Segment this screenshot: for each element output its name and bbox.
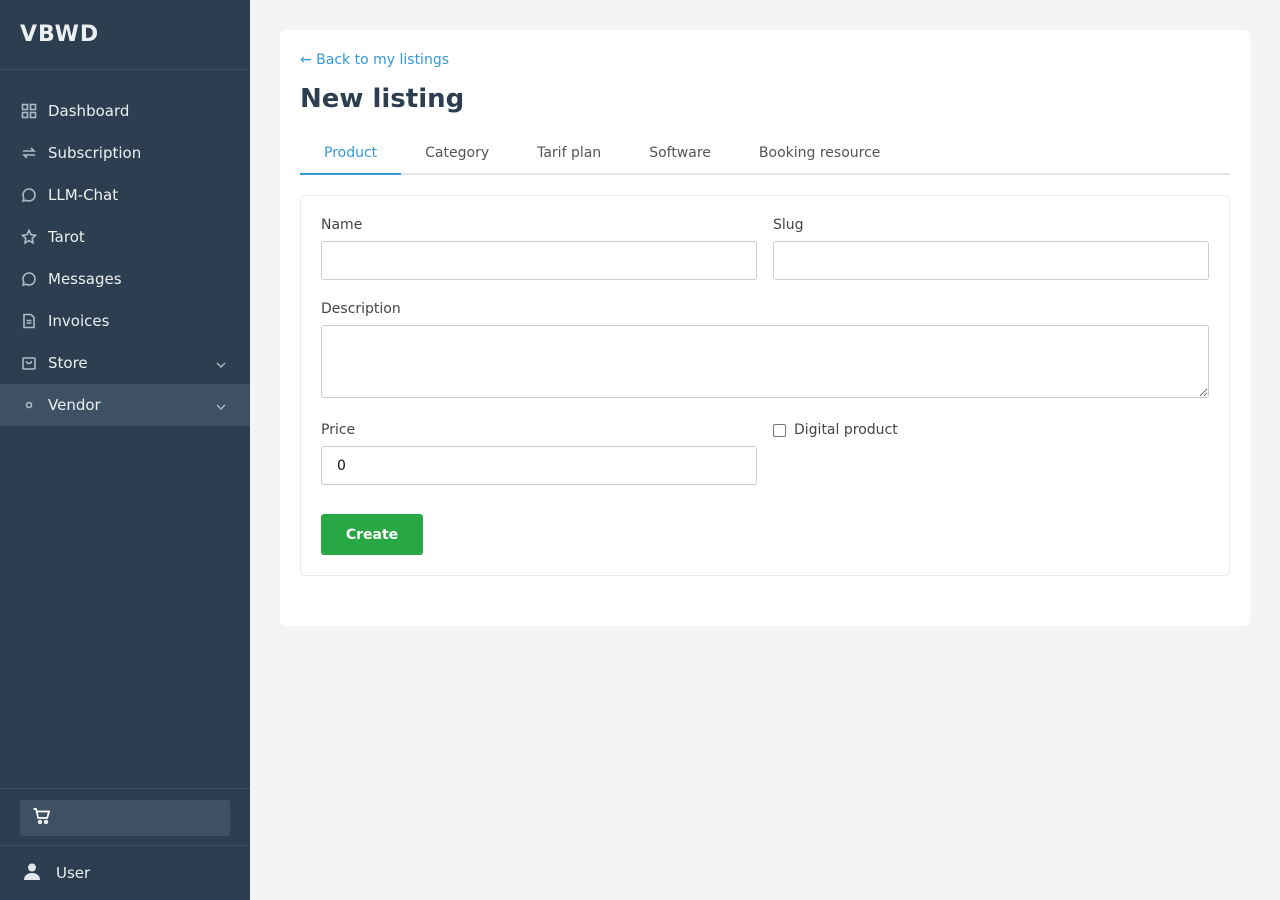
dot-icon bbox=[20, 396, 38, 414]
tab-category[interactable]: Category bbox=[401, 134, 513, 175]
chevron-down-icon bbox=[216, 356, 228, 368]
digital-product-field: Digital product bbox=[773, 422, 898, 438]
user-label: User bbox=[56, 864, 91, 882]
cart-button[interactable] bbox=[20, 800, 230, 836]
digital-product-label: Digital product bbox=[794, 422, 898, 438]
sidebar-item-label: Tarot bbox=[48, 228, 85, 246]
listing-form: Name Slug Description Price Digital prod… bbox=[300, 195, 1230, 576]
sidebar: VBWD Dashboard Subscription LLM-Chat Tar… bbox=[0, 0, 250, 900]
page-title: New listing bbox=[300, 84, 465, 114]
sidebar-item-messages[interactable]: Messages bbox=[0, 258, 250, 300]
name-label: Name bbox=[321, 217, 363, 233]
slug-input[interactable] bbox=[773, 241, 1209, 280]
name-input[interactable] bbox=[321, 241, 757, 280]
message-icon bbox=[20, 270, 38, 288]
tab-tarif-plan[interactable]: Tarif plan bbox=[513, 134, 625, 175]
price-input[interactable] bbox=[321, 446, 757, 485]
sidebar-item-label: Invoices bbox=[48, 312, 110, 330]
sidebar-item-llm-chat[interactable]: LLM-Chat bbox=[0, 174, 250, 216]
sidebar-item-label: Dashboard bbox=[48, 102, 130, 120]
listing-type-tabs: Product Category Tarif plan Software Boo… bbox=[300, 134, 1230, 175]
slug-label: Slug bbox=[773, 217, 804, 233]
grid-icon bbox=[20, 102, 38, 120]
user-icon bbox=[22, 861, 56, 885]
brand-logo: VBWD bbox=[0, 0, 250, 70]
tab-software[interactable]: Software bbox=[625, 134, 735, 175]
sidebar-item-label: Store bbox=[48, 354, 88, 372]
bag-icon bbox=[20, 354, 38, 372]
sidebar-item-dashboard[interactable]: Dashboard bbox=[0, 90, 250, 132]
digital-product-checkbox[interactable] bbox=[773, 423, 786, 437]
star-icon bbox=[20, 228, 38, 246]
sidebar-item-label: Vendor bbox=[48, 396, 101, 414]
create-button[interactable]: Create bbox=[321, 514, 423, 555]
sidebar-item-label: Subscription bbox=[48, 144, 142, 162]
description-label: Description bbox=[321, 301, 401, 317]
main-card: ← Back to my listings New listing Produc… bbox=[280, 30, 1250, 626]
sidebar-item-tarot[interactable]: Tarot bbox=[0, 216, 250, 258]
document-icon bbox=[20, 312, 38, 330]
sidebar-item-invoices[interactable]: Invoices bbox=[0, 300, 250, 342]
sidebar-item-store[interactable]: Store bbox=[0, 342, 250, 384]
sidebar-item-label: LLM-Chat bbox=[48, 186, 119, 204]
description-textarea[interactable] bbox=[321, 325, 1209, 398]
sidebar-item-label: Messages bbox=[48, 270, 122, 288]
cart-area bbox=[0, 788, 250, 846]
repeat-icon bbox=[20, 144, 38, 162]
sidebar-item-subscription[interactable]: Subscription bbox=[0, 132, 250, 174]
tab-booking-resource[interactable]: Booking resource bbox=[735, 134, 905, 175]
chat-icon bbox=[20, 186, 38, 204]
price-label: Price bbox=[321, 422, 356, 438]
back-to-listings-link[interactable]: ← Back to my listings bbox=[300, 52, 449, 68]
sidebar-nav: Dashboard Subscription LLM-Chat Tarot Me… bbox=[0, 70, 250, 426]
user-menu[interactable]: User bbox=[0, 846, 250, 900]
chevron-down-icon bbox=[216, 398, 228, 410]
sidebar-item-vendor[interactable]: Vendor bbox=[0, 384, 250, 426]
cart-icon bbox=[32, 806, 52, 830]
tab-product[interactable]: Product bbox=[300, 134, 402, 175]
